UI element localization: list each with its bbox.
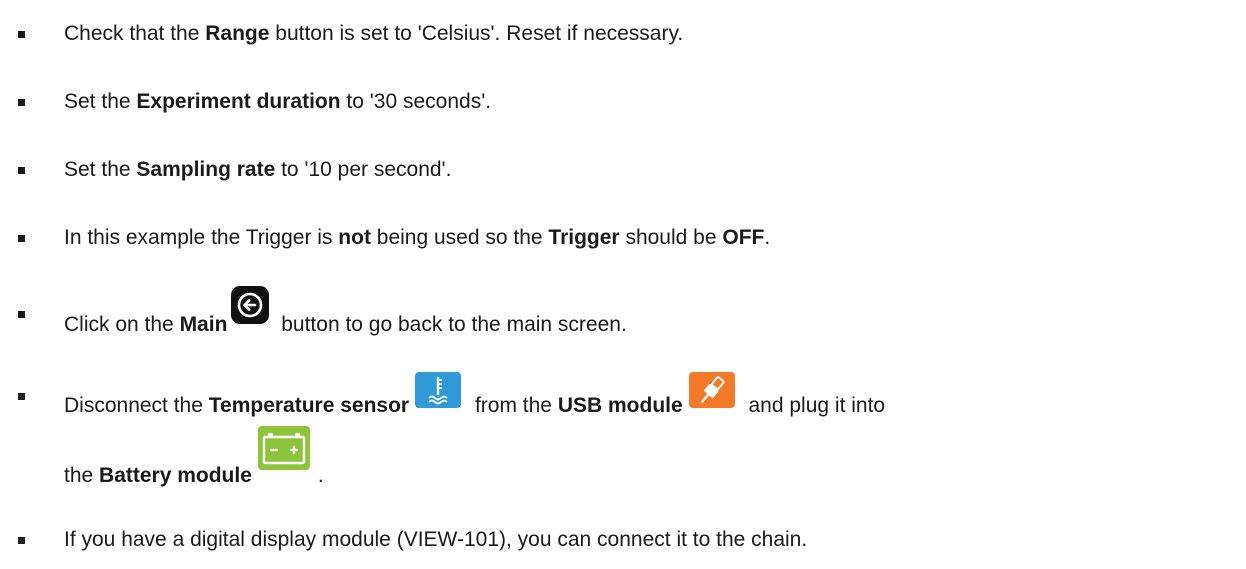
instruction-text: Click on the Main button to go back to t…: [64, 286, 627, 339]
experiment-duration-label: Experiment duration: [136, 90, 341, 113]
main-label: Main: [179, 313, 228, 336]
instruction-text: Set the Experiment duration to '30 secon…: [64, 90, 492, 113]
range-label: Range: [205, 22, 270, 45]
instruction-text: If you have a digital display module (VI…: [64, 528, 808, 551]
temperature-sensor-icon: [415, 372, 462, 408]
back-arrow-icon: [231, 286, 270, 324]
instruction-text: Set the Sampling rate to '10 per second'…: [64, 158, 452, 181]
instruction-text: In this example the Trigger is not being…: [64, 226, 771, 249]
bullet: [18, 235, 25, 242]
usb-module-label: USB module: [557, 394, 683, 417]
bullet: [18, 311, 25, 318]
battery-module-icon: [257, 426, 310, 470]
bullet: [18, 31, 25, 38]
off-label: OFF: [722, 226, 765, 249]
sampling-rate-label: Sampling rate: [136, 158, 276, 181]
bullet: [18, 99, 25, 106]
bullet: [18, 537, 25, 544]
instruction-text: the Battery module .: [64, 426, 324, 490]
battery-module-label: Battery module: [99, 464, 252, 487]
temperature-sensor-label: Temperature sensor: [208, 394, 410, 417]
bullet: [18, 393, 25, 400]
instruction-text: Disconnect the Temperature sensor from t…: [64, 372, 885, 420]
trigger-label: Trigger: [548, 226, 620, 249]
instruction-text: Check that the Range button is set to 'C…: [64, 22, 684, 45]
bullet: [18, 167, 25, 174]
usb-module-icon: [688, 372, 735, 408]
